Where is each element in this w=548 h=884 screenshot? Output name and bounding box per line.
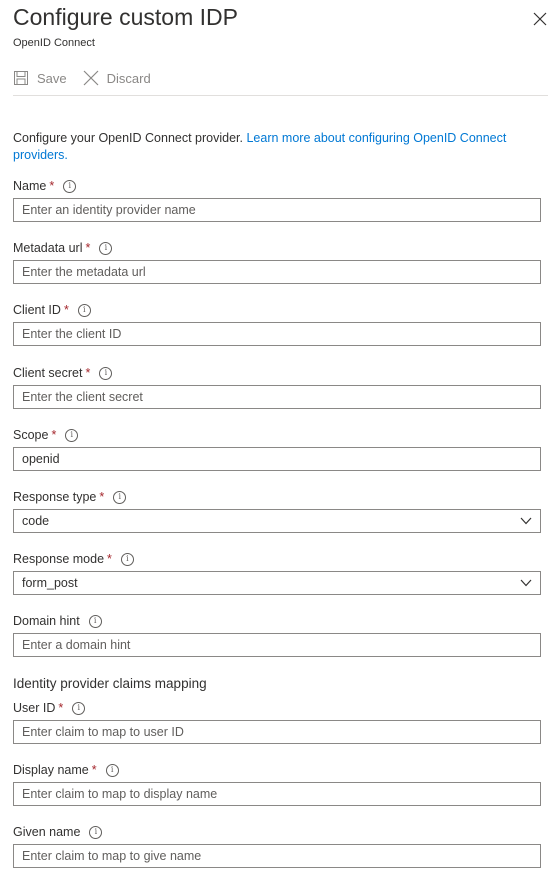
discard-icon <box>83 70 99 86</box>
discard-button[interactable]: Discard <box>83 70 151 86</box>
given-name-field: Given name i <box>13 824 541 868</box>
intro-description: Configure your OpenID Connect provider. <box>13 131 247 145</box>
info-icon[interactable]: i <box>65 428 79 442</box>
required-marker: * <box>58 701 64 715</box>
required-marker: * <box>99 490 105 504</box>
scope-field: Scope * i <box>13 427 541 471</box>
response-type-value: code <box>22 514 50 528</box>
scope-input[interactable] <box>22 452 540 466</box>
info-icon[interactable]: i <box>120 552 134 566</box>
info-icon[interactable]: i <box>99 366 113 380</box>
toolbar-divider <box>13 95 548 96</box>
page-subtitle: OpenID Connect <box>13 37 95 49</box>
save-button[interactable]: Save <box>13 70 67 86</box>
display-name-label: Display name <box>13 763 89 777</box>
info-icon[interactable]: i <box>113 490 127 504</box>
metadata-url-field: Metadata url * i <box>13 240 541 284</box>
metadata-url-label: Metadata url <box>13 241 83 255</box>
client-id-label: Client ID <box>13 303 61 317</box>
save-icon <box>14 71 28 85</box>
required-marker: * <box>85 241 91 255</box>
response-type-label: Response type <box>13 490 97 504</box>
domain-hint-input[interactable] <box>22 638 540 652</box>
response-type-dropdown[interactable]: code <box>13 509 541 533</box>
page-title: Configure custom IDP <box>13 4 238 30</box>
required-marker: * <box>51 428 57 442</box>
domain-hint-label: Domain hint <box>13 614 80 628</box>
info-icon[interactable]: i <box>105 763 119 777</box>
response-mode-value: form_post <box>22 576 78 590</box>
domain-hint-field: Domain hint i <box>13 613 541 657</box>
required-marker: * <box>63 303 69 317</box>
user-id-input[interactable] <box>22 725 540 739</box>
response-type-field: Response type * i code <box>13 489 541 533</box>
required-marker: * <box>91 763 97 777</box>
info-icon[interactable]: i <box>88 614 102 628</box>
required-marker: * <box>49 179 55 193</box>
chevron-down-icon <box>520 517 532 525</box>
client-secret-label: Client secret <box>13 366 83 380</box>
save-label: Save <box>37 70 67 86</box>
discard-label: Discard <box>106 70 151 86</box>
required-marker: * <box>85 366 91 380</box>
name-label: Name <box>13 179 47 193</box>
close-icon[interactable] <box>532 11 548 27</box>
given-name-input[interactable] <box>22 849 540 863</box>
info-icon[interactable]: i <box>63 179 77 193</box>
display-name-input[interactable] <box>22 787 540 801</box>
response-mode-field: Response mode * i form_post <box>13 551 541 595</box>
client-id-field: Client ID * i <box>13 302 541 346</box>
claims-mapping-heading: Identity provider claims mapping <box>13 676 207 691</box>
command-bar: Save Discard <box>13 67 167 89</box>
client-id-input[interactable] <box>22 327 540 341</box>
user-id-field: User ID * i <box>13 700 541 744</box>
metadata-url-input[interactable] <box>22 265 540 279</box>
user-id-label: User ID <box>13 701 56 715</box>
response-mode-label: Response mode <box>13 552 105 566</box>
info-icon[interactable]: i <box>72 701 86 715</box>
info-icon[interactable]: i <box>77 303 91 317</box>
intro-text: Configure your OpenID Connect provider. … <box>13 130 538 164</box>
info-icon[interactable]: i <box>89 825 103 839</box>
display-name-field: Display name * i <box>13 762 541 806</box>
client-secret-input[interactable] <box>22 390 540 404</box>
name-input[interactable] <box>22 203 540 217</box>
required-marker: * <box>107 552 112 566</box>
info-icon[interactable]: i <box>99 241 113 255</box>
client-secret-field: Client secret * i <box>13 365 541 409</box>
name-field: Name * i <box>13 178 541 222</box>
given-name-label: Given name <box>13 825 81 839</box>
response-mode-dropdown[interactable]: form_post <box>13 571 541 595</box>
chevron-down-icon <box>520 579 532 587</box>
scope-label: Scope <box>13 428 49 442</box>
